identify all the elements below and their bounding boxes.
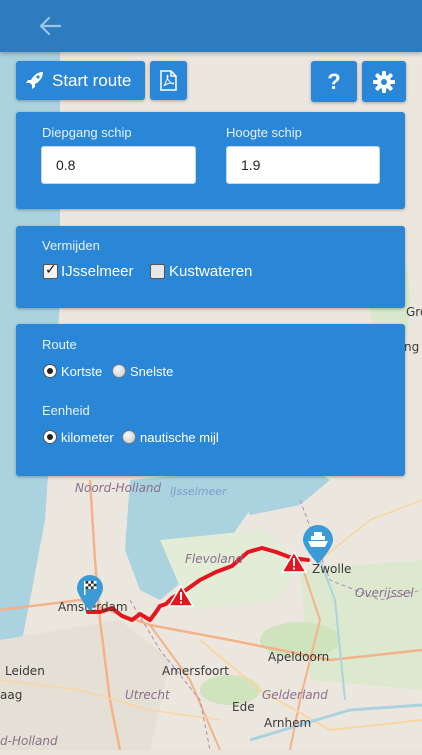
ijsselmeer-label[interactable]: IJsselmeer (61, 263, 134, 280)
fastest-label[interactable]: Snelste (130, 364, 173, 379)
rocket-icon (26, 72, 43, 89)
help-button[interactable]: ? (311, 61, 357, 102)
map-label-overijssel: Overijssel (355, 586, 414, 600)
kustwateren-checkbox[interactable] (150, 264, 165, 279)
app-header (0, 0, 422, 52)
start-route-button[interactable]: Start route (16, 61, 145, 100)
gear-icon (373, 71, 395, 93)
avoid-title: Vermijden (42, 238, 100, 253)
fastest-radio[interactable] (112, 364, 126, 378)
map-label-haag: aag (0, 688, 23, 702)
map-label-zuid-holland: d-Holland (0, 734, 58, 748)
map-label-noord-holland: Noord-Holland (75, 481, 162, 495)
route-title: Route (42, 337, 77, 352)
kilometer-radio[interactable] (43, 430, 57, 444)
back-button[interactable] (30, 8, 74, 44)
shortest-radio[interactable] (43, 364, 57, 378)
ship-dimensions-panel: Diepgang schip 0.8 Hoogte schip 1.9 (16, 112, 405, 209)
ijsselmeer-checkbox[interactable] (43, 262, 58, 279)
kustwateren-label[interactable]: Kustwateren (169, 263, 252, 280)
map-label-edge: ng (404, 340, 420, 354)
height-label: Hoogte schip (226, 125, 302, 140)
draft-label: Diepgang schip (42, 125, 132, 140)
map-label-gelderland: Gelderland (262, 688, 328, 702)
warning-triangle-icon[interactable] (168, 585, 194, 607)
checkered-flag-marker-icon[interactable] (75, 574, 105, 612)
unit-title: Eenheid (42, 403, 90, 418)
map-label-leiden: Leiden (5, 664, 45, 678)
map-label-arnhem: Arnhem (264, 716, 312, 730)
map-label-apeldoorn: Apeldoorn (268, 650, 330, 664)
start-route-label: Start route (52, 71, 132, 90)
route-options-panel: Route Kortste Snelste Eenheid kilometer … (16, 324, 405, 476)
pdf-export-button[interactable] (150, 61, 187, 100)
map-label-utrecht: Utrecht (125, 688, 170, 702)
map-label-flevoland: Flevoland (185, 552, 243, 566)
nautical-mile-label[interactable]: nautische mijl (140, 430, 219, 445)
shortest-label[interactable]: Kortste (61, 364, 102, 379)
map-label-amersfoort: Amersfoort (162, 664, 230, 678)
avoid-panel: Vermijden IJsselmeer Kustwateren (16, 226, 405, 308)
kilometer-label[interactable]: kilometer (61, 430, 114, 445)
height-input[interactable]: 1.9 (226, 146, 380, 184)
arrow-left-icon (39, 16, 62, 36)
map-label-groningen: Gro (406, 305, 422, 319)
pdf-icon (160, 70, 177, 91)
map-label-ijsselmeer: IJsselmeer (170, 485, 227, 498)
map-label-ede: Ede (232, 700, 255, 714)
help-icon: ? (327, 69, 341, 94)
nautical-mile-radio[interactable] (122, 430, 136, 444)
warning-triangle-icon[interactable] (281, 551, 307, 573)
settings-button[interactable] (362, 61, 406, 102)
draft-input[interactable]: 0.8 (41, 146, 196, 184)
